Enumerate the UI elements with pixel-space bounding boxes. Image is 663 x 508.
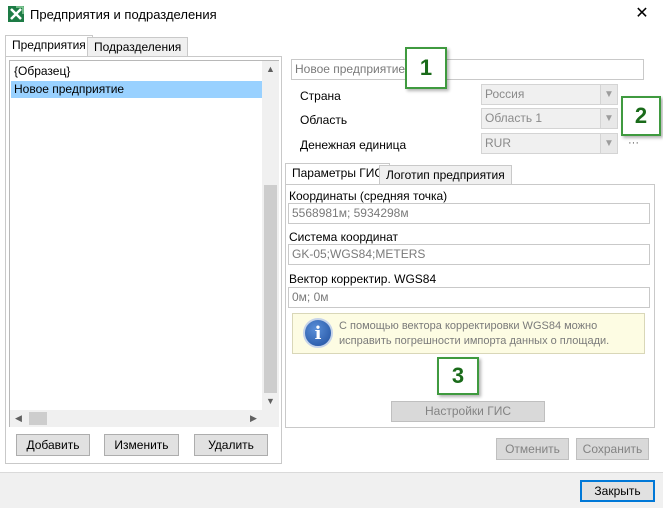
footer-bar <box>0 472 663 508</box>
currency-more-button[interactable]: ··· <box>628 137 639 149</box>
currency-label: Денежная единица <box>300 138 407 152</box>
coords-input[interactable]: 5568981м; 5934298м <box>288 203 650 224</box>
tab-logo[interactable]: Логотип предприятия <box>379 165 512 185</box>
hscroll-thumb[interactable] <box>29 412 47 425</box>
chevron-down-icon[interactable]: ▼ <box>600 109 617 128</box>
tab-gis-params[interactable]: Параметры ГИС <box>285 163 391 185</box>
enterprise-name-input[interactable]: Новое предприятие <box>291 59 644 80</box>
region-select[interactable]: Область 1 ▼ <box>481 108 618 129</box>
list-item-selected[interactable]: Новое предприятие <box>11 81 263 98</box>
country-select[interactable]: Россия ▼ <box>481 84 618 105</box>
scroll-left-icon[interactable]: ◀ <box>10 410 27 427</box>
coords-label: Координаты (средняя точка) <box>289 189 448 203</box>
add-button[interactable]: Добавить <box>16 434 90 456</box>
gis-settings-button[interactable]: Настройки ГИС <box>391 401 545 422</box>
callout-1: 1 <box>405 47 447 89</box>
scroll-down-icon[interactable]: ▼ <box>262 393 279 410</box>
currency-select[interactable]: RUR ▼ <box>481 133 618 154</box>
scroll-up-icon[interactable]: ▲ <box>262 61 279 78</box>
close-button[interactable]: Закрыть <box>580 480 655 502</box>
enterprises-panel: {Образец} Новое предприятие ▲ ▼ ◀ ▶ <box>5 56 282 464</box>
region-label: Область <box>300 113 348 127</box>
close-icon[interactable]: ✕ <box>630 3 654 25</box>
tab-enterprises[interactable]: Предприятия <box>5 35 93 57</box>
info-icon: i <box>303 318 333 348</box>
window-title: Предприятия и подразделения <box>30 7 217 22</box>
country-value: Россия <box>485 87 525 101</box>
country-label: Страна <box>300 89 341 103</box>
enterprise-list[interactable]: {Образец} Новое предприятие ▲ ▼ ◀ ▶ <box>9 60 279 427</box>
vertical-scrollbar[interactable]: ▲ ▼ <box>262 61 279 410</box>
info-box: i С помощью вектора корректировки WGS84 … <box>292 313 645 354</box>
scroll-right-icon[interactable]: ▶ <box>245 410 262 427</box>
vector-label: Вектор корректир. WGS84 <box>289 272 437 286</box>
tab-departments[interactable]: Подразделения <box>87 37 189 57</box>
edit-button[interactable]: Изменить <box>104 434 179 456</box>
vector-input[interactable]: 0м; 0м <box>288 287 650 308</box>
scroll-thumb[interactable] <box>264 185 277 393</box>
region-value: Область 1 <box>485 111 543 125</box>
chevron-down-icon[interactable]: ▼ <box>600 134 617 153</box>
currency-value: RUR <box>485 136 511 150</box>
scroll-corner <box>262 410 279 427</box>
coord-system-label: Система координат <box>289 230 399 244</box>
info-text: С помощью вектора корректировки WGS84 мо… <box>339 320 610 347</box>
callout-3: 3 <box>437 357 479 395</box>
app-icon <box>8 6 24 22</box>
title-bar: Предприятия и подразделения ✕ <box>0 0 663 30</box>
save-button[interactable]: Сохранить <box>576 438 649 460</box>
list-item[interactable]: {Образец} <box>11 63 263 80</box>
chevron-down-icon[interactable]: ▼ <box>600 85 617 104</box>
cancel-button[interactable]: Отменить <box>496 438 569 460</box>
coord-system-input[interactable]: GK-05;WGS84;METERS <box>288 244 650 265</box>
delete-button[interactable]: Удалить <box>194 434 268 456</box>
callout-2: 2 <box>621 96 661 136</box>
horizontal-scrollbar[interactable]: ◀ ▶ <box>10 410 262 427</box>
